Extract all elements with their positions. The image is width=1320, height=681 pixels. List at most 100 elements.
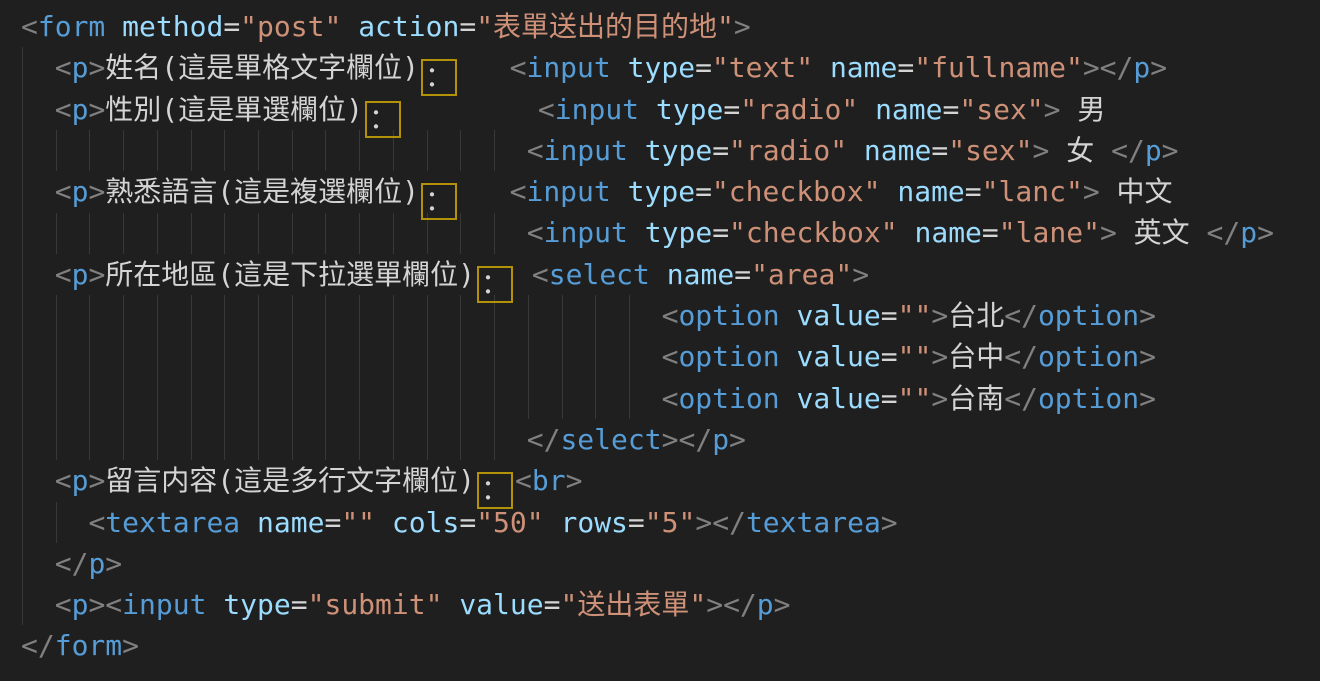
code-token-pu: < <box>55 464 72 497</box>
code-token-tag: option <box>678 382 779 415</box>
code-token-pu: > <box>1139 340 1156 373</box>
code-line[interactable]: <option value="">台北</option> <box>21 295 1274 336</box>
code-token-pu: </ <box>1004 299 1038 332</box>
code-token-txt <box>21 464 55 497</box>
code-line[interactable]: <p>留言内容(這是多行文字欄位)：<br> <box>21 460 1274 501</box>
code-token-tag: p <box>72 258 89 291</box>
code-token-pu: > <box>122 629 139 662</box>
code-token-str: "checkbox" <box>729 216 898 249</box>
code-token-txt: 性別(這是單選欄位) <box>105 93 363 126</box>
code-token-str: "radio" <box>729 134 847 167</box>
code-line[interactable]: <p><input type="submit" value="送出表單"></p… <box>21 584 1274 625</box>
code-token-txt <box>858 93 875 126</box>
code-token-pu: > <box>774 588 791 621</box>
code-line[interactable]: <p>姓名(這是單格文字欄位)： <input type="text" name… <box>21 47 1274 88</box>
code-token-txt <box>21 93 55 126</box>
code-token-str: "送出表單" <box>560 588 706 621</box>
code-token-txt <box>21 258 55 291</box>
code-token-txt: = <box>712 216 729 249</box>
code-token-pu: < <box>662 299 679 332</box>
code-line[interactable]: <form method="post" action="表單送出的目的地"> <box>21 6 1274 47</box>
code-token-tag: option <box>678 340 779 373</box>
code-token-tag: p <box>88 547 105 580</box>
code-line[interactable]: </form> <box>21 625 1274 666</box>
code-line[interactable]: <option value="">台南</option> <box>21 378 1274 419</box>
code-token-tag: input <box>544 216 628 249</box>
code-token-tag: input <box>122 588 206 621</box>
code-token-pu: < <box>538 93 555 126</box>
code-line[interactable]: </select></p> <box>21 419 1274 460</box>
code-token-tag: select <box>549 258 650 291</box>
code-token-attr: name <box>830 51 897 84</box>
code-token-txt <box>21 382 662 415</box>
code-token-pu: > <box>881 506 898 539</box>
code-line[interactable]: <option value="">台中</option> <box>21 336 1274 377</box>
code-token-pu: > <box>88 588 105 621</box>
code-token-txt: = <box>881 299 898 332</box>
code-token-pu: </ <box>1100 51 1134 84</box>
code-token-txt: = <box>291 588 308 621</box>
code-token-attr: value <box>796 299 880 332</box>
code-token-pu: > <box>931 340 948 373</box>
code-token-str: "lanc" <box>982 175 1083 208</box>
code-token-attr: rows <box>560 506 627 539</box>
code-token-txt: = <box>723 93 740 126</box>
code-token-pu: </ <box>1004 340 1038 373</box>
code-token-pu: </ <box>712 506 746 539</box>
code-token-txt <box>847 134 864 167</box>
code-line[interactable]: <input type="checkbox" name="lane"> 英文 <… <box>21 212 1274 253</box>
code-token-txt: = <box>544 588 561 621</box>
code-token-pu: > <box>729 423 746 456</box>
code-token-txt: = <box>982 216 999 249</box>
code-token-attr: name <box>897 175 964 208</box>
code-token-str: "area" <box>751 258 852 291</box>
code-token-pu: > <box>1100 216 1117 249</box>
code-token-str: "submit" <box>308 588 443 621</box>
code-line[interactable]: </p> <box>21 543 1274 584</box>
code-token-tag: p <box>757 588 774 621</box>
code-token-txt <box>639 93 656 126</box>
code-token-txt <box>780 299 797 332</box>
code-token-attr: value <box>796 382 880 415</box>
code-line[interactable]: <input type="radio" name="sex"> 女 </p> <box>21 130 1274 171</box>
code-token-tag: input <box>555 93 639 126</box>
code-token-tag: input <box>526 175 610 208</box>
code-line[interactable]: <p>所在地區(這是下拉選單欄位)： <select name="area"> <box>21 254 1274 295</box>
code-token-txt <box>442 588 459 621</box>
code-token-attr: method <box>122 10 223 43</box>
code-token-attr: type <box>628 51 695 84</box>
code-token-txt: 台北 <box>948 299 1004 332</box>
code-token-pu: > <box>1139 382 1156 415</box>
code-token-txt: = <box>223 10 240 43</box>
code-token-txt <box>780 382 797 415</box>
code-line[interactable]: <p>性別(這是單選欄位)： <input type="radio" name=… <box>21 89 1274 130</box>
code-token-txt <box>813 51 830 84</box>
code-token-pu: > <box>931 299 948 332</box>
code-editor[interactable]: <form method="post" action="表單送出的目的地"> <… <box>0 0 1320 681</box>
code-token-pu: > <box>1162 134 1179 167</box>
code-token-txt <box>21 506 88 539</box>
code-line[interactable]: <p>熟悉語言(這是複選欄位)： <input type="checkbox" … <box>21 171 1274 212</box>
code-token-pu: < <box>55 258 72 291</box>
code-token-txt <box>21 134 527 167</box>
code-token-txt: = <box>695 51 712 84</box>
code-token-pu: > <box>852 258 869 291</box>
code-token-pu: < <box>105 588 122 621</box>
code-line[interactable]: <textarea name="" cols="50" rows="5"></t… <box>21 502 1274 543</box>
code-token-txt <box>341 10 358 43</box>
code-token-txt <box>21 216 527 249</box>
code-token-pu: < <box>515 464 532 497</box>
code-token-pu: < <box>88 506 105 539</box>
code-token-txt: = <box>897 51 914 84</box>
code-token-txt <box>21 547 55 580</box>
code-token-txt: = <box>965 175 982 208</box>
code-token-attr: cols <box>392 506 459 539</box>
code-token-pu: < <box>55 588 72 621</box>
code-token-pu: </ <box>1111 134 1145 167</box>
code-token-attr: name <box>914 216 981 249</box>
code-token-txt: 所在地區(這是下拉選單欄位) <box>105 258 475 291</box>
code-token-pu: > <box>88 93 105 126</box>
code-token-pu: < <box>55 51 72 84</box>
code-token-txt <box>611 175 628 208</box>
code-token-txt <box>21 423 527 456</box>
